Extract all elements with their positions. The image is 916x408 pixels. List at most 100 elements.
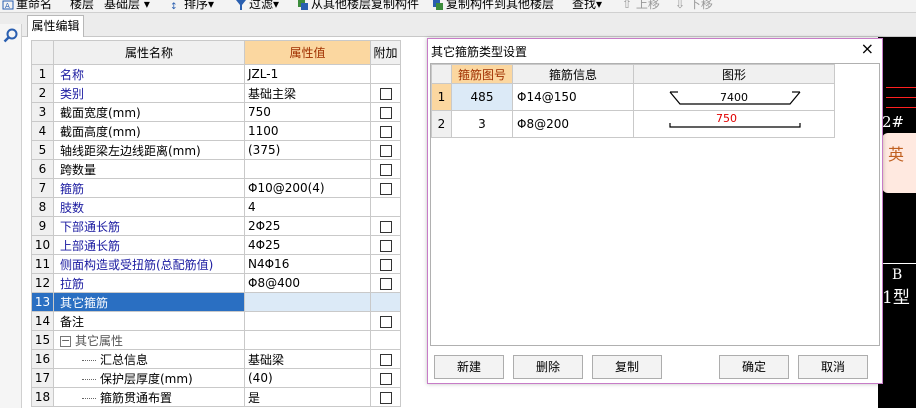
- table-row[interactable]: 1 名称 JZL-1: [31, 64, 401, 84]
- search-icon[interactable]: [3, 28, 19, 44]
- table-row[interactable]: 10 上部通长筋 4Φ25: [31, 235, 401, 255]
- delete-button[interactable]: 删除: [513, 355, 583, 379]
- extra-checkbox[interactable]: [379, 163, 392, 176]
- property-name: 肢数: [60, 200, 85, 215]
- find-button[interactable]: 查找▾: [572, 0, 602, 12]
- floor-label: 楼层: [70, 0, 95, 11]
- property-value-cell[interactable]: 1100: [244, 121, 371, 141]
- cancel-button[interactable]: 取消: [798, 355, 868, 379]
- chevron-down-icon: ▾: [143, 0, 150, 11]
- stirrup-info-cell[interactable]: Φ14@150: [512, 83, 634, 111]
- extra-checkbox[interactable]: [379, 106, 392, 119]
- tab-property-edit[interactable]: 属性编辑: [27, 15, 84, 37]
- cad-label-top: 2#: [882, 113, 905, 131]
- property-name: 名称: [60, 67, 85, 82]
- property-value-cell[interactable]: JZL-1: [244, 64, 371, 84]
- move-down-button[interactable]: ⇩ 下移: [675, 0, 713, 12]
- rename-button[interactable]: A 重命名: [2, 0, 52, 12]
- property-name: 轴线距梁左边线距离(mm): [60, 143, 201, 158]
- table-row[interactable]: 16 汇总信息 基础梁: [31, 349, 401, 369]
- stirrup-info-cell[interactable]: Φ8@200: [512, 110, 634, 138]
- property-value-cell[interactable]: [244, 330, 371, 350]
- copy-from-floor-button[interactable]: 从其他楼层复制构件: [297, 0, 419, 12]
- red-line: [886, 107, 916, 108]
- property-value-cell[interactable]: 基础梁: [244, 349, 371, 369]
- extra-checkbox[interactable]: [379, 182, 392, 195]
- property-value-cell[interactable]: Φ10@200(4): [244, 178, 371, 198]
- new-button[interactable]: 新建: [434, 355, 504, 379]
- collapse-icon[interactable]: −: [60, 335, 71, 347]
- table-row[interactable]: 18 箍筋贯通布置 是: [31, 387, 401, 407]
- property-value-cell[interactable]: 4: [244, 197, 371, 217]
- extra-cell: [370, 254, 401, 274]
- extra-checkbox[interactable]: [379, 144, 392, 157]
- table-row[interactable]: 2 3 Φ8@200 750: [431, 110, 835, 138]
- property-value-cell[interactable]: Φ8@400: [244, 273, 371, 293]
- table-row[interactable]: 3 截面宽度(mm) 750: [31, 102, 401, 122]
- svg-text:↕: ↕: [170, 2, 178, 11]
- property-value-cell[interactable]: N4Φ16: [244, 254, 371, 274]
- arrow-up-icon: ⇧: [622, 0, 633, 11]
- extra-checkbox[interactable]: [379, 372, 392, 385]
- extra-checkbox[interactable]: [379, 315, 392, 328]
- table-row[interactable]: 12 拉筋 Φ8@400: [31, 273, 401, 293]
- table-row[interactable]: 13 其它箍筋: [31, 292, 401, 312]
- table-row[interactable]: 4 截面高度(mm) 1100: [31, 121, 401, 141]
- property-value-header: 属性值: [244, 40, 371, 65]
- extra-checkbox[interactable]: [379, 87, 392, 100]
- property-name-cell: 汇总信息: [53, 349, 245, 369]
- table-row[interactable]: 2 类别 基础主梁: [31, 83, 401, 103]
- row-number: 15: [31, 330, 54, 350]
- filter-button[interactable]: 过滤▾: [235, 0, 279, 12]
- property-name-cell: 拉筋: [53, 273, 245, 293]
- stirrup-table-panel: 箍筋图号 箍筋信息 图形 1 485 Φ14@150 7400 2 3 Φ8@2…: [430, 63, 880, 346]
- extra-checkbox[interactable]: [379, 391, 392, 404]
- table-row[interactable]: 8 肢数 4: [31, 197, 401, 217]
- extra-cell: [370, 311, 401, 331]
- row-number: 16: [31, 349, 54, 369]
- close-icon[interactable]: ×: [861, 40, 874, 58]
- property-value-cell[interactable]: 4Φ25: [244, 235, 371, 255]
- extra-checkbox[interactable]: [379, 277, 392, 290]
- property-name: 截面宽度(mm): [60, 105, 141, 120]
- drawing-canvas[interactable]: 2# 英 B 1型: [878, 37, 916, 408]
- shape-cell[interactable]: 750: [633, 110, 835, 138]
- sort-button[interactable]: ↕ 排序▾: [170, 0, 214, 12]
- property-value-cell[interactable]: 750: [244, 102, 371, 122]
- table-row[interactable]: 5 轴线距梁左边线距离(mm) (375): [31, 140, 401, 160]
- table-row[interactable]: 15− 其它属性: [31, 330, 401, 350]
- extra-checkbox[interactable]: [379, 220, 392, 233]
- property-value-cell[interactable]: 2Φ25: [244, 216, 371, 236]
- table-row[interactable]: 17 保护层厚度(mm) (40): [31, 368, 401, 388]
- property-value-cell[interactable]: (375): [244, 140, 371, 160]
- floor-select[interactable]: 基础层 ▾: [104, 0, 150, 12]
- copy-button[interactable]: 复制: [592, 355, 662, 379]
- extra-cell: [370, 216, 401, 236]
- property-value-cell[interactable]: 是: [244, 387, 371, 407]
- shape-cell[interactable]: 7400: [633, 83, 835, 111]
- property-name-cell: 下部通长筋: [53, 216, 245, 236]
- extra-checkbox[interactable]: [379, 258, 392, 271]
- table-row[interactable]: 9 下部通长筋 2Φ25: [31, 216, 401, 236]
- table-row[interactable]: 14 备注: [31, 311, 401, 331]
- stirrup-code-cell[interactable]: 485: [451, 83, 513, 111]
- ok-button[interactable]: 确定: [719, 355, 789, 379]
- extra-checkbox[interactable]: [379, 353, 392, 366]
- copy-to-floor-button[interactable]: 复制构件到其他楼层: [432, 0, 554, 12]
- table-row[interactable]: 11 侧面构造或受扭筋(总配筋值) N4Φ16: [31, 254, 401, 274]
- property-value-cell[interactable]: [244, 311, 371, 331]
- property-value-cell[interactable]: 基础主梁: [244, 83, 371, 103]
- property-value-cell[interactable]: [244, 292, 371, 312]
- table-row[interactable]: 7 箍筋 Φ10@200(4): [31, 178, 401, 198]
- table-row[interactable]: 1 485 Φ14@150 7400: [431, 83, 835, 111]
- table-row[interactable]: 6 跨数量: [31, 159, 401, 179]
- property-value-cell[interactable]: [244, 159, 371, 179]
- property-name-cell: 箍筋: [53, 178, 245, 198]
- stirrup-code-cell[interactable]: 3: [451, 110, 513, 138]
- move-up-button[interactable]: ⇧ 上移: [622, 0, 660, 12]
- extra-checkbox[interactable]: [379, 125, 392, 138]
- tree-line: [82, 397, 96, 399]
- property-value-cell[interactable]: (40): [244, 368, 371, 388]
- extra-checkbox[interactable]: [379, 239, 392, 252]
- extra-cell: [370, 368, 401, 388]
